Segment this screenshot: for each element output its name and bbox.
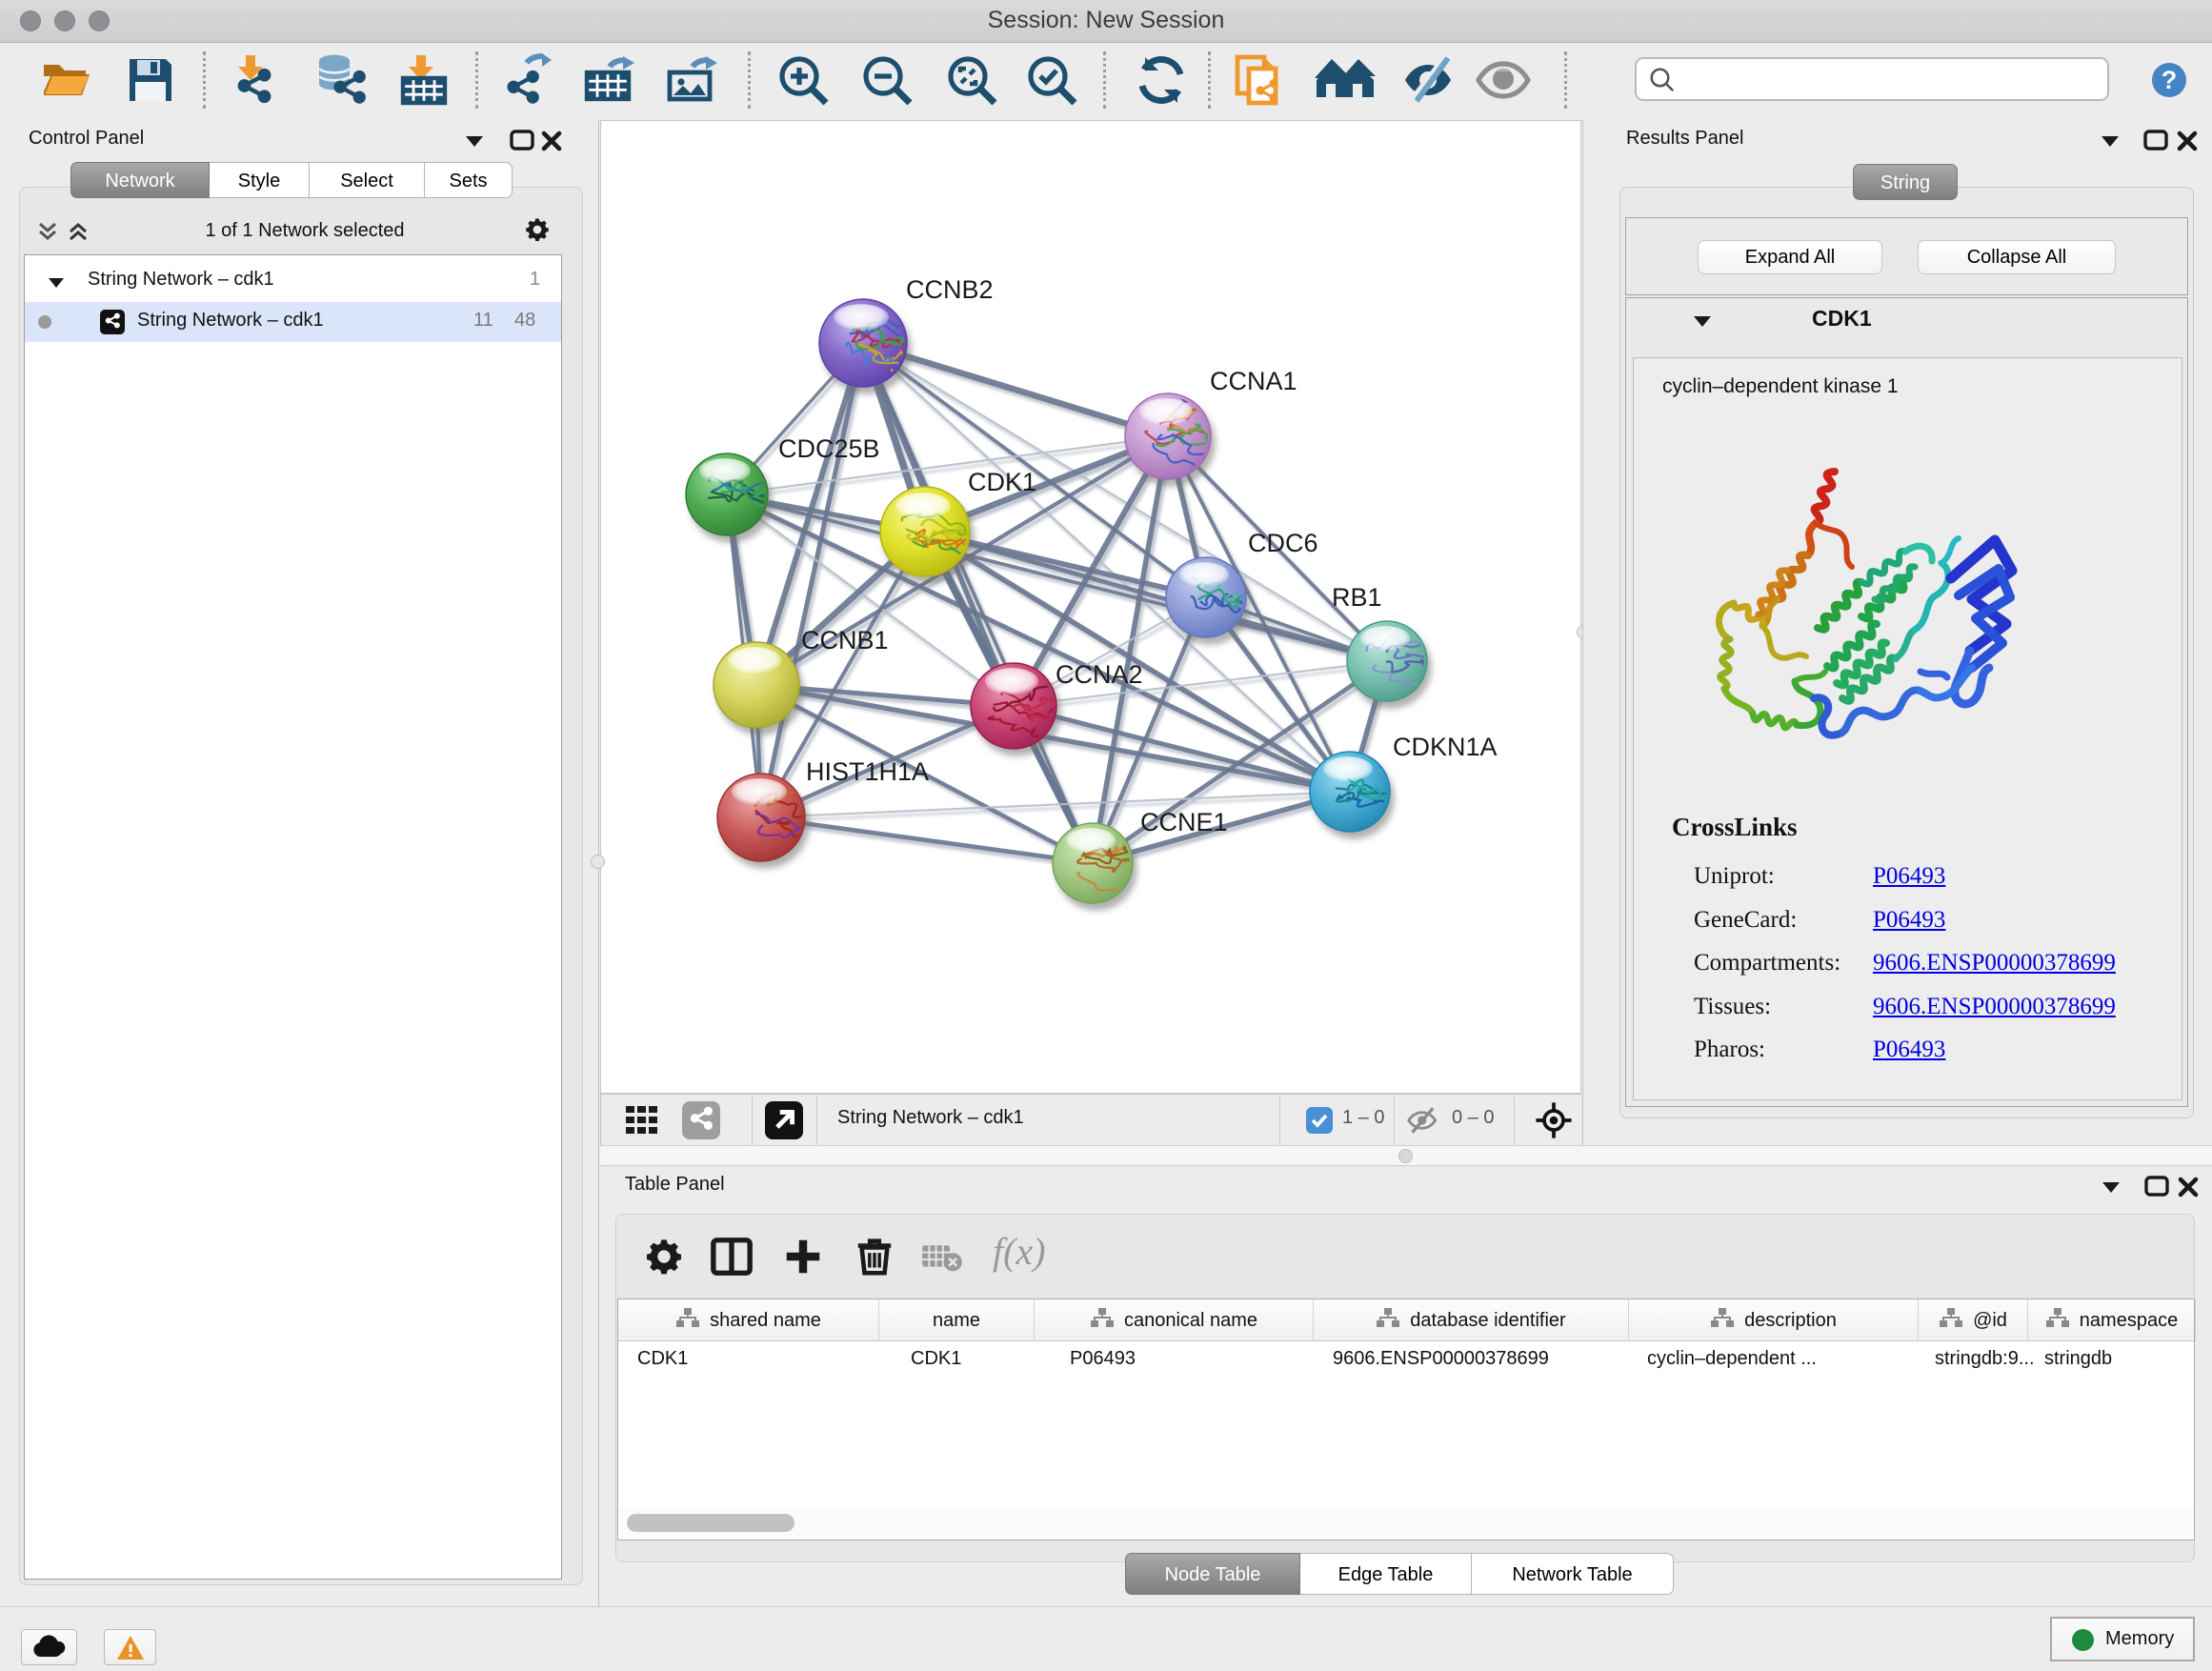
svg-text:CCNB1: CCNB1 bbox=[801, 626, 889, 654]
svg-text:RB1: RB1 bbox=[1332, 583, 1382, 612]
svg-text:CCNB2: CCNB2 bbox=[906, 275, 994, 304]
svg-text:CDKN1A: CDKN1A bbox=[1393, 733, 1498, 761]
svg-text:CDC25B: CDC25B bbox=[778, 434, 880, 463]
svg-text:HIST1H1A: HIST1H1A bbox=[806, 757, 929, 786]
svg-text:CCNE1: CCNE1 bbox=[1140, 808, 1228, 836]
svg-text:CCNA1: CCNA1 bbox=[1210, 367, 1297, 395]
svg-text:CDK1: CDK1 bbox=[968, 468, 1036, 496]
svg-text:CCNA2: CCNA2 bbox=[1056, 660, 1143, 689]
svg-text:CDC6: CDC6 bbox=[1248, 529, 1318, 557]
